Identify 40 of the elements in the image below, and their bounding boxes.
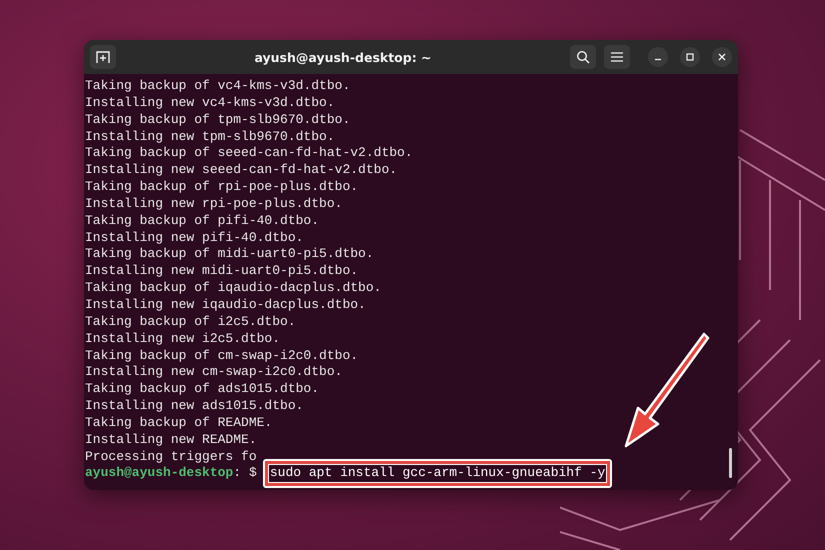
terminal-output-line: Installing new ads1015.dtbo. [85, 398, 304, 415]
terminal-output-line: Installing new pifi-40.dtbo. [85, 230, 304, 246]
search-button[interactable] [570, 45, 596, 69]
terminal-output-line: Installing new cm-swap-i2c0.dtbo. [85, 364, 342, 382]
terminal-output-line: Installing new vc4-kms-v3d.dtbo. [85, 94, 335, 112]
menu-button[interactable] [604, 45, 630, 69]
command-text: sudo apt install gcc-arm-linux-gnueabihf -y [268, 464, 608, 484]
terminal-output-line: Taking backup of iqaudio-dacplus.dtbo. [85, 280, 382, 297]
terminal-output-line: Installing new midi-uart0-pi5.dtbo. [85, 263, 358, 280]
terminal-output-line: Taking backup of ads1015.dtbo. [85, 381, 320, 398]
terminal-output-line: Taking backup of midi-uart0-pi5.dtbo. [85, 246, 374, 264]
terminal-output-line: Taking backup of i2c5.dtbo. [85, 314, 296, 331]
terminal-output-line: Taking backup of pifi-40.dtbo. [85, 212, 320, 230]
menu-icon [611, 52, 623, 62]
window-title: ayush@ayush-desktop: ~ [253, 50, 433, 64]
minimize-button[interactable] [648, 47, 668, 67]
maximize-icon [686, 53, 694, 61]
terminal-output-line: Taking backup of rpi-poe-plus.dtbo. [85, 179, 358, 196]
terminal-output-line: Taking backup of tpm-slb9670.dtbo. [85, 112, 350, 129]
terminal-output-line: Taking backup of vc4-kms-v3d.dtbo. [85, 78, 350, 95]
terminal-output-line: Processing triggers fo [85, 448, 257, 466]
terminal-output-line: Taking backup of README. [85, 414, 272, 432]
terminal-output-line: Taking backup of seeed-can-fd-hat-v2.dtbo. [85, 145, 413, 162]
terminal-output-line: Installing new seeed-can-fd-hat-v2.dtbo. [85, 162, 398, 180]
new-tab-button[interactable] [90, 45, 116, 69]
terminal-output-line: Installing new rpi-poe-plus.dtbo. [85, 196, 342, 213]
search-icon [576, 50, 590, 64]
terminal-output-line: Installing new iqaudio-dacplus.dtbo. [85, 296, 366, 314]
terminal-output-line: Installing new README. [85, 432, 257, 449]
scrollbar-thumb[interactable] [729, 448, 732, 478]
new-tab-icon [96, 50, 110, 64]
maximize-button[interactable] [680, 47, 700, 67]
prompt-separator: : [233, 465, 242, 482]
close-button[interactable] [712, 47, 732, 67]
close-icon [718, 53, 726, 61]
prompt-symbol: $ [249, 465, 257, 482]
terminal-output-line: Installing new tpm-slb9670.dtbo. [85, 128, 335, 146]
prompt-user-host: ayush@ayush-desktop [85, 465, 234, 482]
terminal-output-line: Taking backup of cm-swap-i2c0.dtbo. [85, 348, 358, 364]
terminal-output-line: Installing new i2c5.dtbo. [85, 330, 280, 348]
